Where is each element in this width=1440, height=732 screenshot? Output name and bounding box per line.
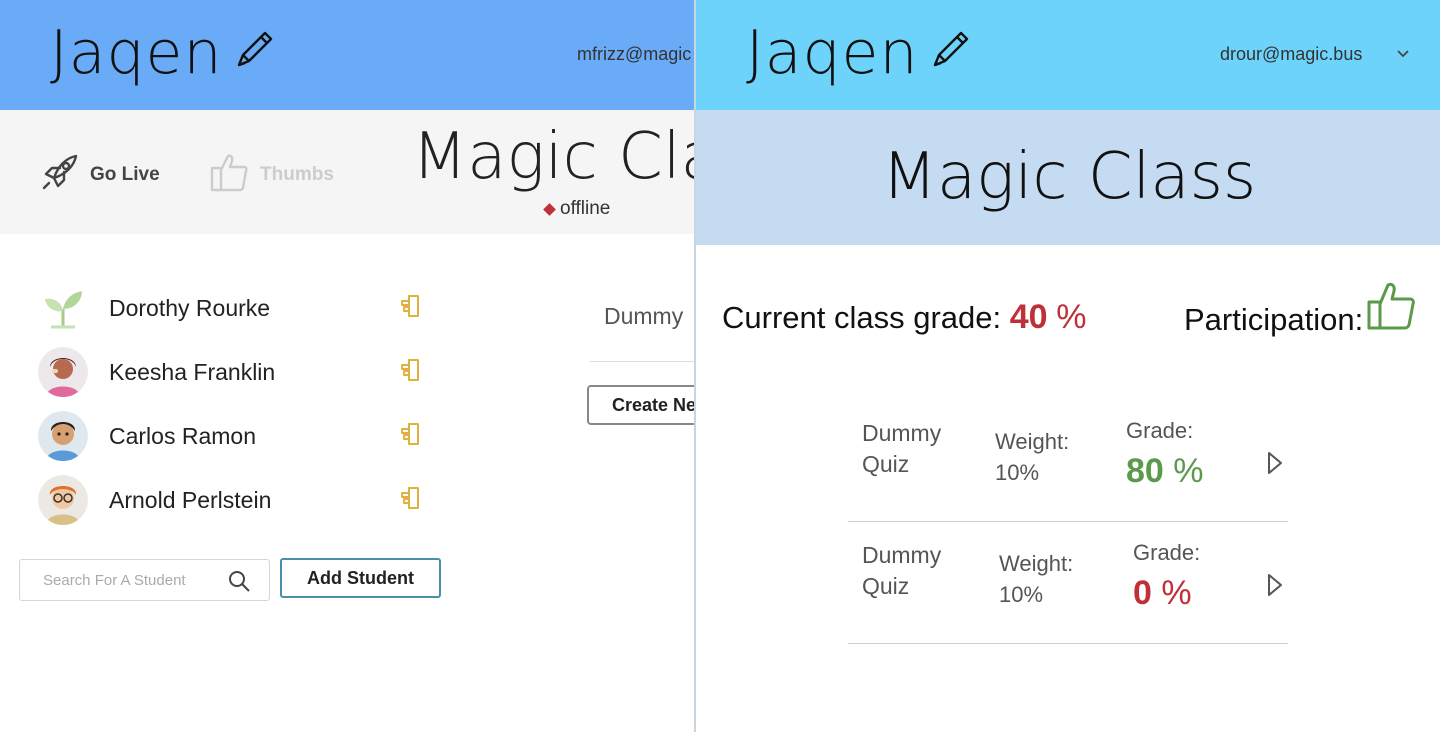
quiz-grade-unit: % bbox=[1173, 452, 1204, 490]
thumbs-up-icon bbox=[210, 152, 248, 197]
quiz-grade-value: 0 bbox=[1133, 574, 1152, 612]
quiz-name: Dummy Quiz bbox=[862, 542, 942, 599]
quiz-grade-label: Grade: bbox=[1126, 418, 1194, 443]
quiz-row[interactable]: Dummy Quiz Weight: 10% Grade: 0 % bbox=[848, 522, 1288, 644]
current-class-grade: Current class grade: 40 % bbox=[722, 298, 1086, 337]
teacher-class-title: Magic Cla bbox=[412, 120, 696, 194]
thumbs-up-icon[interactable] bbox=[1366, 280, 1416, 335]
weight-value: 10% bbox=[995, 460, 1040, 485]
student-search bbox=[19, 559, 270, 601]
student-name: Carlos Ramon bbox=[109, 422, 256, 449]
quiz-weight: Weight: 10% bbox=[995, 426, 1095, 488]
weight-label: Weight: bbox=[995, 429, 1070, 454]
student-row[interactable]: Arnold Perlstein bbox=[38, 474, 438, 526]
quiz-grade-unit: % bbox=[1161, 574, 1192, 612]
thumbs-label: Thumbs bbox=[260, 163, 334, 185]
avatar-arnold bbox=[38, 475, 88, 525]
create-new-button[interactable]: Create Ne bbox=[587, 385, 696, 425]
student-class-title: Magic Class bbox=[881, 140, 1257, 214]
student-row[interactable]: Keesha Franklin bbox=[38, 346, 438, 398]
search-input[interactable] bbox=[43, 571, 223, 589]
avatar-keesha bbox=[38, 347, 88, 397]
weight-label: Weight: bbox=[999, 551, 1074, 576]
add-student-button[interactable]: Add Student bbox=[280, 558, 441, 598]
expand-arrow-icon[interactable] bbox=[1266, 572, 1284, 603]
thumbs-button[interactable]: Thumbs bbox=[210, 152, 334, 197]
raised-hand-icon[interactable] bbox=[398, 293, 424, 324]
go-live-label: Go Live bbox=[90, 163, 160, 185]
student-name: Keesha Franklin bbox=[109, 358, 276, 385]
student-user-email[interactable]: drour@magic.bus bbox=[1220, 44, 1362, 65]
student-logo[interactable]: Jaqen bbox=[746, 18, 973, 88]
app-title: Jaqen bbox=[746, 18, 919, 88]
student-name: Dorothy Rourke bbox=[109, 294, 271, 321]
quiz-grade-label: Grade: bbox=[1133, 540, 1201, 565]
quiz-row[interactable]: Dummy Quiz Weight: 10% Grade: 80 % bbox=[848, 400, 1288, 522]
quiz-weight: Weight: 10% bbox=[999, 548, 1099, 610]
teacher-view: Jaqen mfrizz@magic Go Live Thumbs Magic … bbox=[0, 0, 696, 732]
quiz-list-item[interactable]: Dummy bbox=[604, 303, 683, 330]
grade-unit: % bbox=[1056, 298, 1087, 336]
raised-hand-icon[interactable] bbox=[398, 485, 424, 516]
quiz-name: Dummy Quiz bbox=[862, 420, 942, 477]
avatar-carlos bbox=[38, 411, 88, 461]
quiz-grade: 0 % bbox=[1133, 574, 1192, 613]
pencil-icon bbox=[927, 18, 973, 88]
search-icon[interactable] bbox=[227, 569, 251, 598]
live-status: offline bbox=[543, 198, 611, 220]
student-name: Arnold Perlstein bbox=[109, 486, 272, 513]
sprout-icon bbox=[38, 283, 88, 333]
split-screen: Jaqen mfrizz@magic Go Live Thumbs Magic … bbox=[0, 0, 1440, 732]
student-row[interactable]: Carlos Ramon bbox=[38, 410, 438, 462]
offline-indicator-icon bbox=[543, 202, 556, 216]
raised-hand-icon[interactable] bbox=[398, 421, 424, 452]
quiz-grade: 80 % bbox=[1126, 452, 1204, 491]
chevron-down-icon[interactable] bbox=[1396, 46, 1410, 64]
participation-label: Participation: bbox=[1184, 302, 1364, 337]
student-row[interactable]: Dorothy Rourke bbox=[38, 282, 438, 334]
teacher-user-email[interactable]: mfrizz@magic bbox=[577, 44, 691, 65]
grade-value: 40 bbox=[1009, 298, 1048, 336]
weight-value: 10% bbox=[999, 582, 1044, 607]
student-view: Jaqen drour@magic.bus Magic Class Curren… bbox=[694, 0, 1440, 732]
rocket-icon bbox=[40, 152, 80, 197]
divider bbox=[590, 361, 696, 362]
go-live-button[interactable]: Go Live bbox=[40, 152, 160, 197]
expand-arrow-icon[interactable] bbox=[1266, 450, 1284, 481]
status-label: offline bbox=[560, 198, 611, 219]
teacher-logo[interactable]: Jaqen bbox=[50, 18, 277, 88]
pencil-icon bbox=[231, 18, 277, 88]
grade-label: Current class grade: bbox=[722, 300, 1002, 335]
quiz-grade-value: 80 bbox=[1126, 452, 1164, 490]
raised-hand-icon[interactable] bbox=[398, 357, 424, 388]
app-title: Jaqen bbox=[50, 18, 223, 88]
